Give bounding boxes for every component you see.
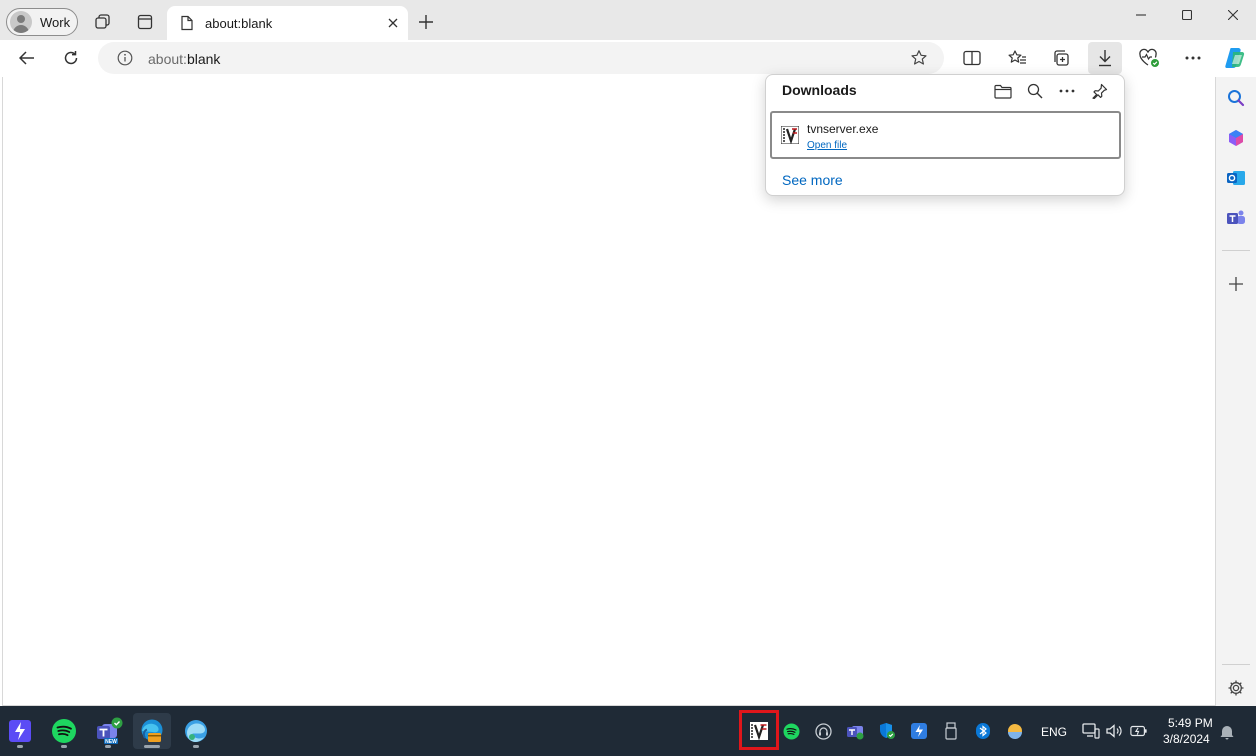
maximize-button[interactable]: [1164, 0, 1210, 30]
teams-new-icon[interactable]: NEW: [89, 713, 127, 749]
profile-label: Work: [40, 14, 71, 30]
running-indicator: [17, 745, 23, 748]
new-tab-button[interactable]: [413, 9, 439, 35]
downloads-title: Downloads: [782, 82, 857, 98]
tightvnc-file-icon: [781, 126, 799, 144]
tightvnc-icon[interactable]: [750, 722, 768, 740]
add-sidebar-app-icon[interactable]: [1224, 272, 1248, 296]
sidebar-divider: [1222, 250, 1250, 251]
power-automate-tray-icon[interactable]: [910, 722, 928, 740]
browser-essentials-button[interactable]: [1132, 42, 1166, 74]
tab-close-icon[interactable]: [383, 13, 403, 33]
see-more-link[interactable]: See more: [782, 172, 843, 188]
running-indicator: [193, 745, 199, 748]
avatar-icon: [10, 11, 32, 33]
refresh-icon: [64, 51, 78, 65]
collections-icon: [1054, 50, 1069, 66]
language-indicator[interactable]: ENG: [1041, 725, 1067, 739]
teams-tray-icon[interactable]: [846, 722, 864, 740]
clock-date[interactable]: 3/8/2024: [1163, 732, 1210, 746]
running-indicator: [105, 745, 111, 748]
running-indicator: [144, 745, 160, 748]
notification-bell-icon[interactable]: [1218, 722, 1236, 740]
power-automate-icon[interactable]: [1, 713, 39, 749]
heart-pulse-icon: [1139, 48, 1159, 67]
profile-button[interactable]: Work: [6, 8, 78, 36]
outlook-icon[interactable]: [1224, 166, 1248, 190]
open-folder-icon[interactable]: [989, 79, 1017, 103]
close-window-button[interactable]: [1210, 0, 1256, 30]
taskbar: NEW ENG 5:49 PM 3/8/2024: [0, 706, 1256, 756]
downloads-button[interactable]: [1088, 42, 1122, 74]
open-file-link[interactable]: Open file: [807, 140, 847, 151]
split-screen-button[interactable]: [955, 42, 989, 74]
collections-button[interactable]: [1044, 42, 1078, 74]
split-screen-icon: [963, 50, 981, 66]
tab-about-blank[interactable]: about:blank: [167, 6, 408, 40]
bluetooth-icon[interactable]: [974, 722, 992, 740]
spotify-tray-icon[interactable]: [782, 722, 800, 740]
favorite-star-icon[interactable]: [910, 49, 928, 67]
copilot-icon: [1225, 48, 1245, 68]
copilot-button[interactable]: [1218, 42, 1252, 74]
tab-title: about:blank: [205, 15, 273, 31]
clock-time[interactable]: 5:49 PM: [1168, 716, 1213, 730]
info-icon[interactable]: [117, 50, 133, 66]
weather-icon[interactable]: [1006, 722, 1024, 740]
edge-icon[interactable]: [177, 713, 215, 749]
sidebar-divider: [1222, 664, 1250, 665]
ellipsis-icon: [1185, 56, 1201, 60]
tab-strip: Work about:blank: [0, 0, 1256, 40]
running-indicator: [61, 745, 67, 748]
sidebar-settings-gear-icon[interactable]: [1224, 676, 1248, 700]
settings-more-button[interactable]: [1176, 42, 1210, 74]
download-icon: [1099, 50, 1111, 67]
search-downloads-icon[interactable]: [1021, 79, 1049, 103]
edge-dev-icon[interactable]: [133, 713, 171, 749]
teams-sidebar-icon[interactable]: [1224, 206, 1248, 230]
download-item[interactable]: tvnserver.exe Open file: [770, 111, 1121, 159]
usb-icon[interactable]: [942, 722, 960, 740]
favorites-icon: [1008, 50, 1026, 64]
page-icon: [181, 15, 193, 31]
spotify-icon[interactable]: [45, 713, 83, 749]
address-bar[interactable]: about:blank: [98, 42, 944, 74]
edge-sidebar: [1216, 77, 1256, 706]
favorites-button[interactable]: [1000, 42, 1034, 74]
more-options-icon[interactable]: [1053, 79, 1081, 103]
download-filename: tvnserver.exe: [807, 122, 879, 136]
volume-icon[interactable]: [1105, 722, 1123, 740]
search-icon[interactable]: [1224, 86, 1248, 110]
network-icon[interactable]: [1082, 722, 1100, 740]
copilot-sidebar-icon[interactable]: [1224, 126, 1248, 150]
url-text[interactable]: about:blank: [148, 51, 220, 67]
refresh-button[interactable]: [54, 42, 88, 74]
toolbar: about:blank: [0, 40, 1256, 77]
tab-actions-icon[interactable]: [131, 8, 159, 36]
arrow-left-icon: [19, 51, 34, 65]
defender-icon[interactable]: [878, 722, 896, 740]
downloads-flyout: Downloads tvnserver.exe Open file See mo…: [765, 74, 1125, 196]
headset-icon[interactable]: [814, 722, 832, 740]
pin-icon[interactable]: [1086, 79, 1114, 103]
minimize-button[interactable]: [1118, 0, 1164, 30]
battery-icon[interactable]: [1130, 722, 1148, 740]
workspaces-icon[interactable]: [89, 8, 117, 36]
back-button[interactable]: [10, 42, 44, 74]
